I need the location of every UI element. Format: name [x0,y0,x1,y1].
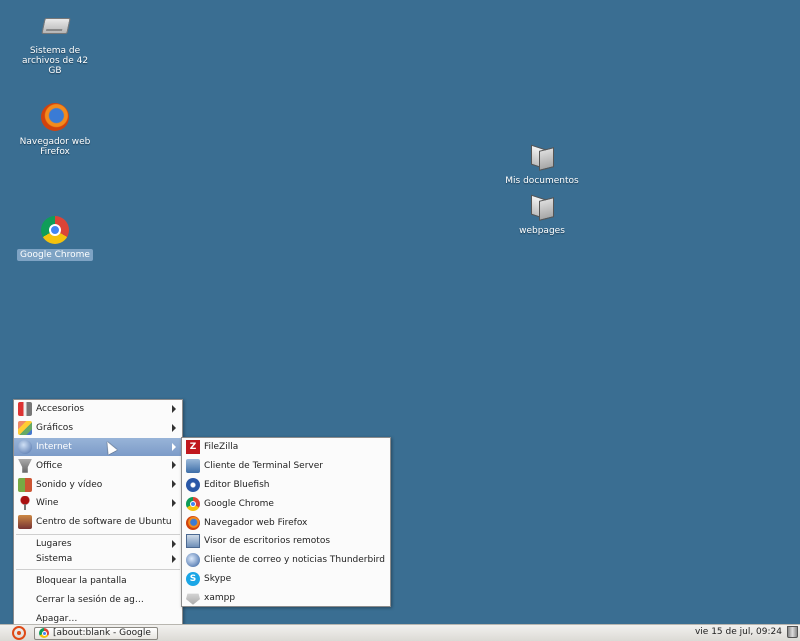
menu-item-bloquear-pantalla[interactable]: Bloquear la pantalla [14,572,182,591]
chrome-icon [186,496,200,511]
menu-item-software-center[interactable]: Centro de software de Ubuntu [14,513,182,532]
menu-item-lugares[interactable]: Lugares [14,537,182,552]
submenu-item-remote-desktop[interactable]: Visor de escritorios remotos [182,532,390,551]
graphics-icon [18,421,32,436]
desktop-icon-webpages[interactable]: webpages [494,190,590,237]
taskbar-window-label: [about:blank - Google … [53,628,153,638]
desktop-icon-label: Google Chrome [17,249,93,261]
desktop-icon-firefox[interactable]: Navegador web Firefox [7,101,103,158]
chrome-icon [39,628,49,638]
menu-separator [16,568,180,570]
submenu-item-filezilla[interactable]: Z FileZilla [182,438,390,457]
taskbar-window-button[interactable]: [about:blank - Google … [34,626,158,640]
desktop-icon-label: Sistema de archivos de 42 GB [21,46,89,76]
menu-item-graficos[interactable]: Gráficos [14,419,182,438]
menu-item-wine[interactable]: Wine [14,494,182,513]
submenu-arrow-icon [172,555,176,564]
terminal-server-icon [186,459,200,474]
menu-item-accesorios[interactable]: Accesorios [14,400,182,419]
filezilla-icon: Z [186,440,200,455]
desktop-icon-label: Mis documentos [505,176,579,186]
thunderbird-icon [186,553,200,568]
submenu-item-xampp[interactable]: xampp [182,588,390,607]
accessories-icon [18,402,32,417]
firefox-icon [39,101,71,133]
wine-icon [18,496,32,511]
internet-submenu: Z FileZilla Cliente de Terminal Server E… [181,437,391,607]
submenu-arrow-icon [172,461,176,470]
office-icon [18,458,32,473]
submenu-arrow-icon [172,442,176,451]
submenu-item-firefox[interactable]: Navegador web Firefox [182,513,390,532]
menu-item-sonido-video[interactable]: Sonido y vídeo [14,475,182,494]
sound-video-icon [18,477,32,492]
submenu-arrow-icon [172,423,176,432]
chrome-icon [39,214,71,246]
submenu-item-terminal-server[interactable]: Cliente de Terminal Server [182,457,390,476]
menu-item-sistema[interactable]: Sistema [14,552,182,567]
desktop-icon-mis-documentos[interactable]: Mis documentos [494,140,590,187]
internet-icon [18,439,32,454]
menu-separator [16,533,180,535]
submenu-item-bluefish[interactable]: Editor Bluefish [182,476,390,495]
menu-item-cerrar-sesion[interactable]: Cerrar la sesión de ag… [14,590,182,609]
submenu-arrow-icon [172,498,176,507]
applications-menu: Accesorios Gráficos Internet Office Soni… [13,399,183,626]
bluefish-icon [186,477,200,492]
bottom-panel: [about:blank - Google … vie 15 de jul, 0… [0,624,800,641]
folder-icon [526,140,558,172]
desktop-icon-filesystem[interactable]: Sistema de archivos de 42 GB [7,10,103,77]
ubuntu-menu-icon[interactable] [12,626,26,640]
menu-item-internet[interactable]: Internet [14,437,182,457]
remote-desktop-icon [186,534,200,549]
xampp-icon [186,593,200,605]
submenu-item-google-chrome[interactable]: Google Chrome [182,494,390,513]
software-center-icon [18,515,32,530]
submenu-item-thunderbird[interactable]: Cliente de correo y noticias Thunderbird [182,551,390,570]
skype-icon: S [186,571,200,586]
trash-icon[interactable] [787,626,798,638]
firefox-icon [186,515,200,530]
submenu-item-skype[interactable]: S Skype [182,570,390,589]
clock[interactable]: vie 15 de jul, 09:24 [695,627,782,637]
desktop-icon-chrome[interactable]: Google Chrome [7,214,103,261]
submenu-arrow-icon [172,405,176,413]
submenu-arrow-icon [172,480,176,489]
drive-icon [39,10,71,42]
submenu-arrow-icon [172,540,176,549]
desktop-icon-label: Navegador web Firefox [19,137,91,157]
folder-icon [526,190,558,222]
desktop-icon-label: webpages [519,226,565,236]
menu-item-office[interactable]: Office [14,456,182,475]
